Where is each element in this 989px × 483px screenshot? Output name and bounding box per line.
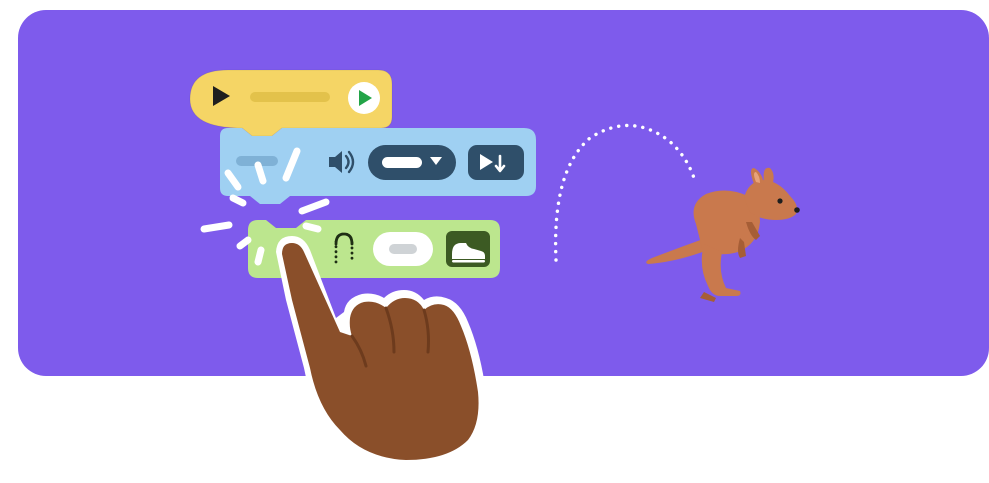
event-slot <box>250 92 330 102</box>
motion-value-slot <box>389 244 417 254</box>
illustration <box>0 0 989 483</box>
jump-trail <box>553 123 696 262</box>
event-block[interactable] <box>189 69 393 137</box>
coding-blocks-scene <box>189 69 800 468</box>
kangaroo-icon <box>646 167 800 302</box>
sound-block[interactable] <box>220 128 536 204</box>
sound-dropdown-value <box>382 157 422 168</box>
play-until-done-button <box>468 145 524 180</box>
